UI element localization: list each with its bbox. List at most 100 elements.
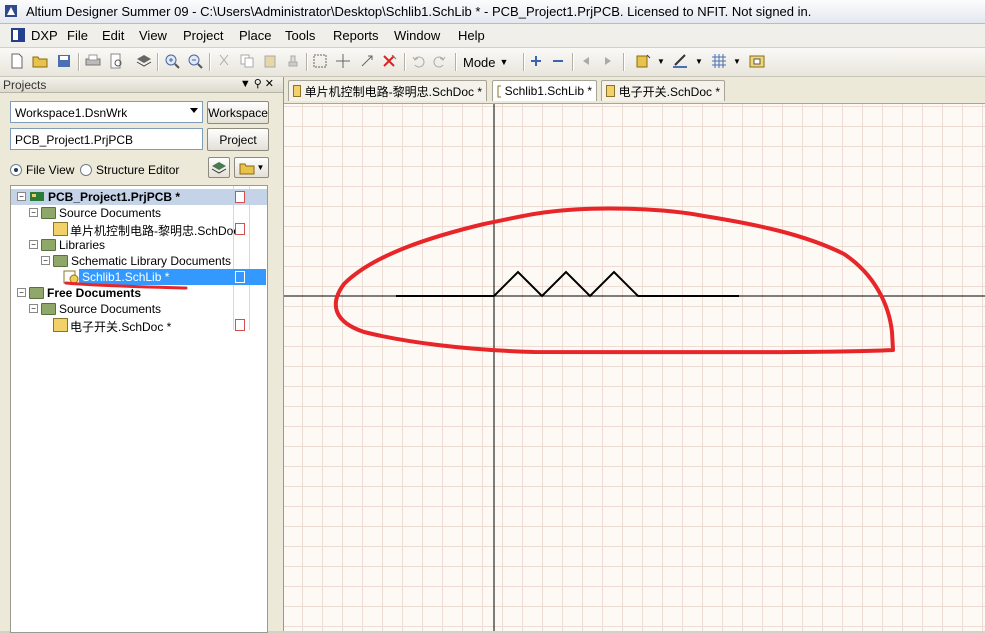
menu-dxp[interactable]: DXP bbox=[31, 28, 58, 43]
modified-document-icon bbox=[235, 319, 245, 331]
collapse-icon[interactable]: − bbox=[29, 240, 38, 249]
tree-label: Schematic Library Documents bbox=[71, 254, 232, 268]
structure-editor-radio[interactable]: Structure Editor bbox=[80, 163, 179, 177]
chevron-down-icon[interactable]: ▼ bbox=[690, 52, 708, 70]
tree-item-free-source-documents[interactable]: − Source Documents bbox=[11, 301, 267, 317]
model-manager-icon[interactable] bbox=[748, 52, 766, 70]
chevron-down-icon: ▼ bbox=[256, 163, 265, 172]
close-icon[interactable]: ✕ bbox=[265, 78, 277, 90]
panel-menu-icon[interactable]: ▼ bbox=[240, 78, 254, 90]
save-icon[interactable] bbox=[55, 52, 73, 70]
folder-options-button[interactable]: ▼ bbox=[234, 157, 269, 178]
tree-item-schdoc[interactable]: 单片机控制电路-黎明忠.SchDoc bbox=[11, 221, 267, 238]
tree-item-project[interactable]: − PCB_Project1.PrjPCB * bbox=[11, 189, 267, 205]
title-bar: Altium Designer Summer 09 - C:\Users\Adm… bbox=[0, 0, 985, 24]
workspace-button[interactable]: Workspace bbox=[207, 101, 269, 124]
modified-document-icon bbox=[235, 191, 245, 203]
schematic-document-icon bbox=[606, 85, 615, 97]
tree-item-libraries[interactable]: − Libraries bbox=[11, 237, 267, 253]
tab-schlib[interactable]: Schlib1.SchLib * bbox=[492, 80, 597, 101]
menu-reports[interactable]: Reports bbox=[333, 28, 379, 43]
component-wizard-icon[interactable] bbox=[634, 52, 652, 70]
print-icon[interactable] bbox=[84, 52, 102, 70]
menu-tools[interactable]: Tools bbox=[285, 28, 315, 43]
select-area-icon[interactable] bbox=[311, 52, 329, 70]
menu-file[interactable]: File bbox=[67, 28, 88, 43]
chevron-down-icon[interactable]: ▼ bbox=[652, 52, 670, 70]
menu-view[interactable]: View bbox=[139, 28, 167, 43]
tab-schdoc[interactable]: 单片机控制电路-黎明忠.SchDoc * bbox=[288, 80, 487, 101]
print-preview-icon[interactable] bbox=[107, 52, 125, 70]
modified-document-icon bbox=[235, 223, 245, 235]
layers-icon[interactable] bbox=[135, 52, 153, 70]
schematic-document-icon bbox=[293, 85, 301, 97]
project-button[interactable]: Project bbox=[207, 128, 269, 151]
radio-icon bbox=[80, 164, 92, 176]
move-selection-icon[interactable] bbox=[358, 52, 376, 70]
collapse-icon[interactable]: − bbox=[29, 304, 38, 313]
rubber-stamp-icon[interactable] bbox=[284, 52, 302, 70]
remove-part-icon[interactable] bbox=[549, 52, 567, 70]
paste-icon[interactable] bbox=[261, 52, 279, 70]
cut-icon[interactable] bbox=[215, 52, 233, 70]
tab-free-schdoc[interactable]: 电子开关.SchDoc * bbox=[601, 80, 725, 101]
schematic-document-icon bbox=[53, 318, 68, 332]
project-field[interactable]: PCB_Project1.PrjPCB bbox=[10, 128, 203, 150]
new-icon[interactable] bbox=[8, 52, 26, 70]
toolbar: Mode ▼ ▼ ▼ ▼ bbox=[0, 48, 985, 77]
add-part-icon[interactable] bbox=[527, 52, 545, 70]
previous-part-icon[interactable] bbox=[577, 52, 595, 70]
tree-item-schematic-library-documents[interactable]: − Schematic Library Documents bbox=[11, 253, 267, 269]
structure-editor-label: Structure Editor bbox=[96, 163, 180, 177]
collapse-icon[interactable]: − bbox=[41, 256, 50, 265]
next-part-icon[interactable] bbox=[599, 52, 617, 70]
window-title: Altium Designer Summer 09 - C:\Users\Adm… bbox=[26, 4, 812, 19]
tab-label: Schlib1.SchLib * bbox=[504, 84, 592, 98]
schematic-library-canvas[interactable] bbox=[284, 104, 985, 631]
zoom-out-icon[interactable] bbox=[186, 52, 204, 70]
file-view-radio[interactable]: File View bbox=[10, 163, 74, 177]
mode-label: Mode bbox=[463, 54, 496, 70]
tree-label: Libraries bbox=[59, 238, 106, 252]
tree-item-free-schdoc[interactable]: 电子开关.SchDoc * bbox=[11, 317, 267, 334]
workspace-select[interactable]: Workspace1.DsnWrk bbox=[10, 101, 203, 123]
move-icon[interactable] bbox=[334, 52, 352, 70]
grid-icon[interactable] bbox=[710, 52, 728, 70]
collapse-icon[interactable]: − bbox=[17, 192, 26, 201]
panel-header: Projects ▼⚲✕ bbox=[0, 77, 283, 93]
project-value: PCB_Project1.PrjPCB bbox=[15, 133, 134, 147]
folder-icon bbox=[239, 163, 255, 174]
menu-window[interactable]: Window bbox=[394, 28, 440, 43]
tree-item-source-documents[interactable]: − Source Documents bbox=[11, 205, 267, 221]
zoom-in-icon[interactable] bbox=[163, 52, 181, 70]
schematic-library-icon bbox=[497, 85, 501, 97]
deselect-icon[interactable] bbox=[381, 52, 399, 70]
tab-label: 电子开关.SchDoc * bbox=[618, 84, 720, 99]
radio-selected-icon bbox=[10, 164, 22, 176]
collapse-icon[interactable]: − bbox=[17, 288, 26, 297]
menu-bar: DXP File Edit View Project Place Tools R… bbox=[0, 24, 985, 47]
modified-document-icon bbox=[235, 271, 245, 283]
mode-dropdown[interactable]: Mode ▼ bbox=[463, 52, 508, 72]
red-underline-annotation bbox=[64, 281, 188, 290]
copy-icon[interactable] bbox=[238, 52, 256, 70]
menu-project[interactable]: Project bbox=[183, 28, 223, 43]
menu-place[interactable]: Place bbox=[239, 28, 272, 43]
pin-icon[interactable]: ⚲ bbox=[254, 78, 265, 90]
layers-icon bbox=[211, 161, 227, 174]
layers-button[interactable] bbox=[208, 157, 230, 178]
drawing-tools-icon[interactable] bbox=[671, 52, 689, 70]
chevron-down-icon[interactable]: ▼ bbox=[728, 52, 746, 70]
tree-label: Source Documents bbox=[59, 206, 162, 220]
menu-edit[interactable]: Edit bbox=[102, 28, 124, 43]
undo-icon[interactable] bbox=[409, 52, 427, 70]
collapse-icon[interactable]: − bbox=[29, 208, 38, 217]
dxp-icon bbox=[11, 28, 25, 42]
menu-help[interactable]: Help bbox=[458, 28, 485, 43]
canvas-drawing bbox=[284, 104, 985, 631]
pcb-project-icon bbox=[30, 192, 44, 201]
redo-icon[interactable] bbox=[431, 52, 449, 70]
projects-panel: Projects ▼⚲✕ Workspace1.DsnWrk Workspace… bbox=[0, 77, 284, 633]
open-icon[interactable] bbox=[31, 52, 49, 70]
workspace-value: Workspace1.DsnWrk bbox=[15, 106, 128, 120]
